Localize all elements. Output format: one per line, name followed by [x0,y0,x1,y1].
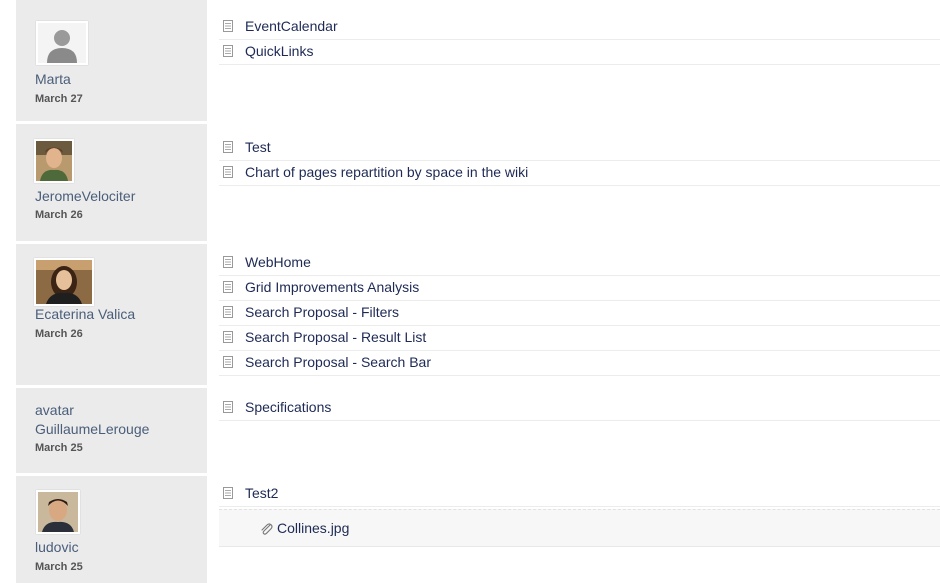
document-link[interactable]: WebHome [219,251,940,276]
user-silhouette-icon [38,23,86,63]
user-column: avatar GuillaumeLerouge March 25 [16,388,207,473]
user-column: Ecaterina Valica March 26 [16,244,207,385]
page-icon [223,45,233,57]
activity-entry: Marta March 27 EventCalendar QuickLinks [0,0,940,121]
user-name[interactable]: JeromeVelociter [35,188,135,205]
user-photo-icon [36,141,72,181]
avatar[interactable] [36,490,80,534]
activity-entry: Ecaterina Valica March 26 WebHome Grid I… [0,244,940,385]
document-link[interactable]: Test [219,136,940,161]
document-link[interactable]: Test2 [219,482,940,507]
document-title[interactable]: Search Proposal - Filters [245,304,399,321]
page-icon [223,281,233,293]
user-photo-icon [36,260,92,304]
document-link[interactable]: Grid Improvements Analysis [219,276,940,301]
document-title[interactable]: QuickLinks [245,43,313,60]
document-title[interactable]: Specifications [245,399,331,416]
user-photo-icon [38,492,78,532]
user-name[interactable]: Ecaterina Valica [35,306,135,323]
document-title[interactable]: EventCalendar [245,18,338,35]
page-icon [223,401,233,413]
document-link[interactable]: Specifications [219,396,940,421]
document-title[interactable]: Grid Improvements Analysis [245,279,419,296]
activity-entry: JeromeVelociter March 26 Test Chart of p… [0,124,940,241]
page-icon [223,356,233,368]
activity-entry: avatar GuillaumeLerouge March 25 Specifi… [0,388,940,473]
activity-date: March 27 [35,93,83,105]
page-icon [223,487,233,499]
document-link[interactable]: Search Proposal - Filters [219,301,940,326]
document-link[interactable]: EventCalendar [219,15,940,40]
document-title[interactable]: Search Proposal - Result List [245,329,426,346]
page-icon [223,256,233,268]
activity-feed: Marta March 27 EventCalendar QuickLinks [0,0,940,583]
activity-entry: ludovic March 25 Test2 Collines.jpg [0,476,940,583]
attachment-title[interactable]: Collines.jpg [277,520,349,537]
user-name[interactable]: GuillaumeLerouge [35,421,149,438]
document-title[interactable]: Search Proposal - Search Bar [245,354,431,371]
user-name[interactable]: Marta [35,71,71,88]
paperclip-icon [261,523,273,535]
user-name[interactable]: ludovic [35,539,79,556]
document-title[interactable]: Test [245,139,271,156]
activity-date: March 26 [35,328,83,340]
document-link[interactable]: Chart of pages repartition by space in t… [219,161,940,186]
document-title[interactable]: WebHome [245,254,311,271]
document-title[interactable]: Test2 [245,485,278,502]
activity-date: March 25 [35,561,83,573]
page-icon [223,20,233,32]
avatar[interactable] [34,139,74,183]
document-link[interactable]: Search Proposal - Result List [219,326,940,351]
activity-date: March 26 [35,209,83,221]
user-column: Marta March 27 [16,0,207,121]
user-column: JeromeVelociter March 26 [16,124,207,241]
page-icon [223,331,233,343]
document-link[interactable]: Search Proposal - Search Bar [219,351,940,376]
activity-date: March 25 [35,442,83,454]
avatar[interactable] [36,21,88,65]
avatar[interactable] [34,258,94,306]
user-column: ludovic March 25 [16,476,207,583]
attachment-link[interactable]: Collines.jpg [219,509,940,547]
page-icon [223,141,233,153]
document-title[interactable]: Chart of pages repartition by space in t… [245,164,528,181]
avatar-alt-text: avatar [35,402,74,418]
page-icon [223,166,233,178]
document-link[interactable]: QuickLinks [219,40,940,65]
page-icon [223,306,233,318]
